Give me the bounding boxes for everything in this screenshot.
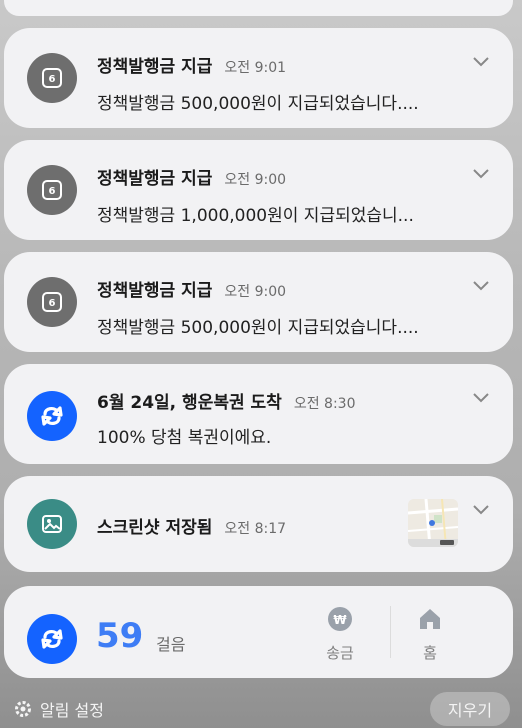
won-coin-icon: 6 [27, 277, 77, 327]
step-counter-widget[interactable]: 59 걸음 ₩ 송금 홈 [4, 586, 513, 678]
svg-text:6: 6 [49, 298, 56, 309]
notification-title: 정책발행금 지급 [97, 169, 213, 189]
notification-card[interactable]: 6 정책발행금 지급 오전 9:00 정책발행금 1,000,000원이 지급되… [4, 140, 513, 240]
toss-logo-icon [27, 391, 77, 441]
notification-header: 정책발행금 지급 오전 9:00 [97, 276, 286, 301]
svg-text:6: 6 [49, 74, 56, 85]
home-icon [420, 609, 440, 629]
notification-header: 스크린샷 저장됨 오전 8:17 [97, 513, 286, 538]
notification-time: 오전 9:01 [224, 60, 287, 76]
chevron-down-icon[interactable] [471, 279, 491, 293]
notification-card[interactable]: 6 정책발행금 지급 오전 9:00 정책발행금 500,000원이 지급되었습… [4, 252, 513, 352]
chevron-down-icon[interactable] [471, 55, 491, 69]
notification-header: 정책발행금 지급 오전 9:00 [97, 164, 286, 189]
won-send-icon: ₩ [328, 607, 352, 631]
transfer-label: 송금 [326, 644, 354, 662]
notification-title: 스크린샷 저장됨 [97, 518, 213, 538]
screenshot-thumbnail[interactable] [408, 499, 458, 547]
won-coin-icon: 6 [27, 53, 77, 103]
notification-card-partial[interactable] [4, 0, 513, 16]
notification-time: 오전 8:30 [293, 396, 356, 412]
home-label: 홈 [423, 644, 437, 662]
chevron-down-icon[interactable] [471, 503, 491, 517]
won-coin-icon: 6 [27, 165, 77, 215]
svg-text:₩: ₩ [333, 613, 347, 627]
toss-logo-icon [27, 614, 77, 664]
notification-body: 정책발행금 500,000원이 지급되었습니다.... [97, 318, 419, 338]
notification-settings-label: 알림 설정 [40, 701, 104, 720]
chevron-down-icon[interactable] [471, 391, 491, 405]
home-shortcut[interactable]: 홈 [400, 606, 460, 663]
step-unit-label: 걸음 [156, 635, 186, 654]
notification-title: 정책발행금 지급 [97, 281, 213, 301]
notification-body: 정책발행금 500,000원이 지급되었습니다.... [97, 94, 419, 114]
notification-time: 오전 9:00 [224, 284, 287, 300]
notification-card[interactable]: 6월 24일, 행운복권 도착 오전 8:30 100% 당첨 복권이에요. [4, 364, 513, 464]
transfer-shortcut[interactable]: ₩ 송금 [310, 606, 370, 663]
notification-settings-button[interactable]: 알림 설정 [14, 697, 104, 721]
notification-header: 6월 24일, 행운복권 도착 오전 8:30 [97, 388, 355, 413]
notification-title: 정책발행금 지급 [97, 57, 213, 77]
notification-header: 정책발행금 지급 오전 9:01 [97, 52, 286, 77]
notification-body: 100% 당첨 복권이에요. [97, 428, 272, 448]
chevron-down-icon[interactable] [471, 167, 491, 181]
notification-body: 정책발행금 1,000,000원이 지급되었습니... [97, 206, 414, 226]
clear-all-button[interactable]: 지우기 [430, 692, 510, 726]
notification-time: 오전 9:00 [224, 172, 287, 188]
divider [390, 606, 391, 658]
image-icon [27, 499, 77, 549]
notification-title: 6월 24일, 행운복권 도착 [97, 393, 282, 413]
notification-time: 오전 8:17 [224, 521, 287, 537]
svg-text:6: 6 [49, 186, 56, 197]
notification-card[interactable]: 6 정책발행금 지급 오전 9:01 정책발행금 500,000원이 지급되었습… [4, 28, 513, 128]
notification-card[interactable]: 스크린샷 저장됨 오전 8:17 [4, 476, 513, 572]
gear-icon [15, 701, 31, 717]
step-count: 59 [96, 616, 144, 656]
